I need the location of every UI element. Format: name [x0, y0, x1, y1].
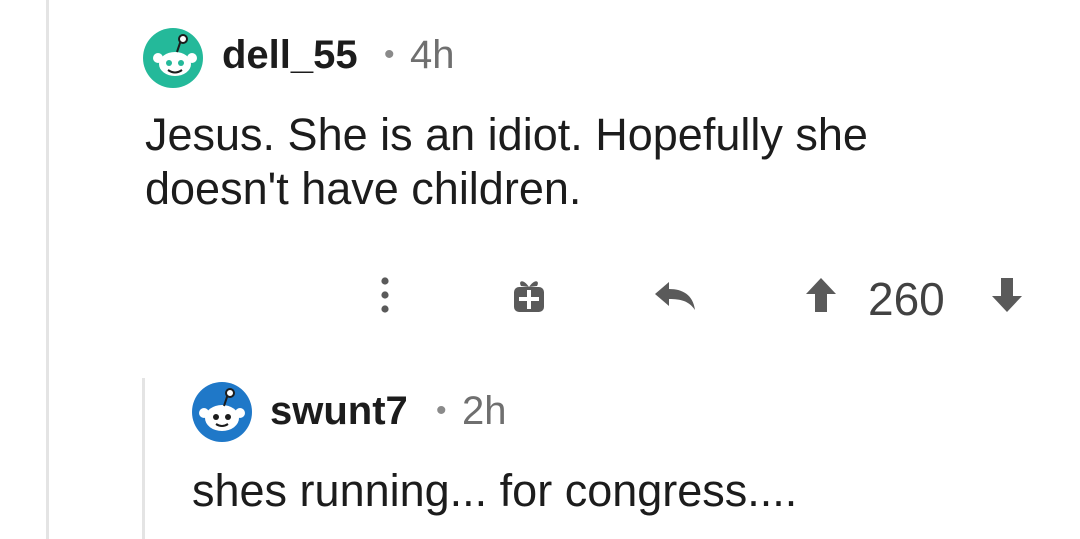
thread-line-root[interactable] [46, 0, 49, 539]
reply-body: shes running... for congress.... [192, 465, 798, 516]
reply-button[interactable] [652, 276, 698, 316]
reply-icon [655, 282, 695, 310]
award-button[interactable] [508, 272, 550, 318]
comment-body: Jesus. She is an idiot. Hopefully she do… [145, 108, 868, 217]
comment-body-line-2: doesn't have children. [145, 163, 582, 215]
upvote-button[interactable] [800, 272, 842, 318]
comment-timestamp: 4h [410, 33, 455, 77]
gift-award-icon [514, 281, 544, 312]
downvote-button[interactable] [986, 272, 1028, 318]
thread-line-reply[interactable] [142, 378, 145, 539]
vote-score: 260 [868, 273, 945, 325]
comment-author[interactable]: dell_55 [222, 33, 358, 78]
downvote-icon [992, 278, 1022, 312]
meta-separator: • [384, 38, 395, 71]
more-options-button[interactable] [370, 272, 400, 318]
meta-separator: • [436, 394, 447, 427]
reply-timestamp: 2h [462, 389, 507, 433]
upvote-icon [806, 278, 836, 312]
snoo-avatar-icon[interactable] [143, 28, 203, 88]
more-options-icon [381, 277, 389, 313]
snoo-avatar-icon[interactable] [192, 382, 252, 442]
comment-body-line-1: Jesus. She is an idiot. Hopefully she [145, 109, 868, 160]
reply-author[interactable]: swunt7 [270, 389, 408, 434]
